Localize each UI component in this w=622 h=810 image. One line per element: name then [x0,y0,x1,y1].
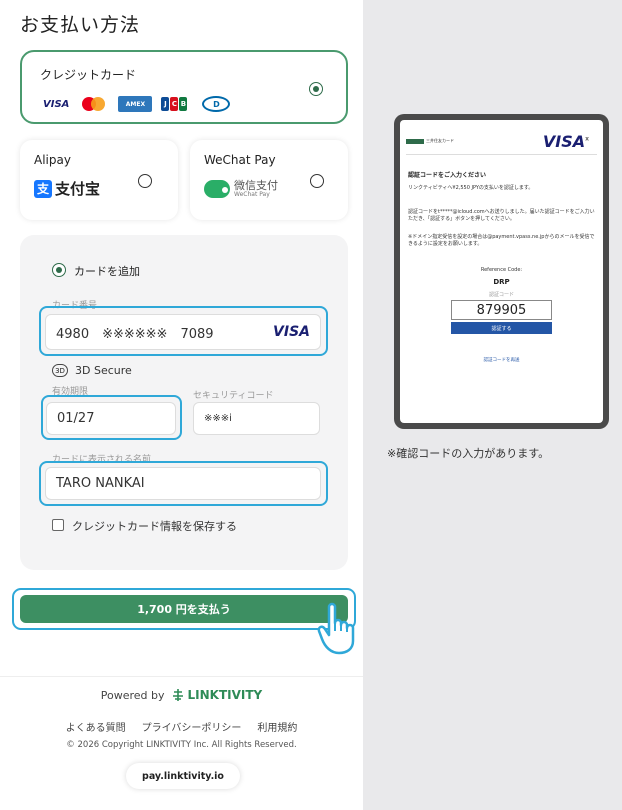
method-credit-card[interactable]: クレジットカード VISA AMEX JCB D [20,50,348,124]
page-title: お支払い方法 [20,14,141,36]
verification-code-input[interactable]: 879905 [451,300,552,320]
code-label: 認証コード [488,292,514,298]
method-alipay[interactable]: Alipay 支 支付宝 [20,140,178,220]
copyright: © 2026 Copyright LINKTIVITY Inc. All Rig… [66,740,297,750]
linktivity-icon [172,689,183,701]
bank-icon [406,138,424,144]
wechat-logo: 微信支付 WeChat Pay [204,180,278,198]
expiry-highlight [41,395,182,440]
footer-divider [0,676,363,677]
verification-line1: リンクティビティへ¥2,550 JPYの支払いを認証します。 [408,185,534,191]
verify-button[interactable]: 認証する [451,322,552,334]
bank-logo: 三井住友カード [406,138,454,144]
add-card-label: カードを追加 [74,265,140,278]
wechat-radio[interactable] [310,174,324,188]
card-brands: VISA AMEX JCB D [40,96,231,112]
alipay-radio[interactable] [138,174,152,188]
privacy-policy-link[interactable]: プライバシーポリシー [142,719,242,734]
mastercard-logo-icon [80,96,110,112]
method-alipay-label: Alipay [34,153,71,167]
faq-link[interactable]: よくある質問 [66,719,126,734]
amex-logo-icon: AMEX [118,96,153,112]
cvc-input[interactable]: ※※※i [193,402,320,435]
visa-logo-text: VISA [542,132,586,151]
credit-card-radio[interactable] [309,82,323,96]
3d-secure-icon: 3D [52,364,68,377]
wechat-logo-text: 微信支付 [234,179,278,192]
domain-url: pay.linktivity.io [126,763,240,789]
card-number-highlight [39,306,328,356]
jcb-logo-icon: JCB [160,96,188,112]
powered-by-text: Powered by [100,688,165,702]
verification-screen: 三井住友カード VISAx 認証コードをご入力ください リンクティビティへ¥2,… [400,120,603,423]
save-card-label: クレジットカード情報を保存する [72,520,237,533]
alipay-icon: 支 [34,179,52,198]
cvc-value: ※※※i [204,413,232,424]
wechat-logo-subtext: WeChat Pay [234,191,270,198]
verification-line2: 認証コードをt*****@icloud.comへお送りしました。届いた認証コード… [408,209,595,223]
reference-code: DRP [493,278,510,286]
visa-logo: VISAx [542,132,589,151]
linktivity-logo: LINKTIVITY [171,688,263,702]
verification-title: 認証コードをご入力ください [408,172,487,179]
method-wechat-pay[interactable]: WeChat Pay 微信支付 WeChat Pay [190,140,348,220]
diners-logo-icon: D [202,96,231,112]
add-card-radio[interactable] [52,263,66,277]
method-credit-card-label: クレジットカード [40,68,137,82]
resend-code-link[interactable]: 認証コードを再送 [400,357,603,363]
bank-name: 三井住友カード [426,138,454,143]
visa-logo-icon: VISA [43,98,70,110]
pay-button[interactable]: 1,700 円を支払う [20,595,348,623]
powered-by: Powered by LINKTIVITY [0,688,363,702]
cvc-label: セキュリティコード [193,391,274,401]
wechat-icon [204,180,230,198]
reference-label: Reference Code: [480,267,523,273]
verification-note: ※確認コードの入力があります。 [387,447,550,460]
header-divider [406,154,597,155]
3d-secure-label: 3D Secure [75,364,132,377]
verification-line3: ※ドメイン指定受信を設定の場合は@payment.vpass.ne.jpからのメ… [408,234,595,248]
method-wechat-label: WeChat Pay [204,153,276,167]
alipay-logo: 支 支付宝 [34,178,100,199]
terms-link[interactable]: 利用規約 [257,719,297,734]
alipay-logo-text: 支付宝 [55,180,101,198]
cardholder-name-highlight [39,461,328,506]
pointing-hand-icon [317,602,355,655]
save-card-checkbox[interactable] [52,519,64,531]
linktivity-logo-text: LINKTIVITY [187,688,263,702]
footer-links: よくある質問 プライバシーポリシー 利用規約 [0,719,363,734]
payment-screen: お支払い方法 クレジットカード VISA AMEX JCB D Alipay 支… [0,0,363,810]
